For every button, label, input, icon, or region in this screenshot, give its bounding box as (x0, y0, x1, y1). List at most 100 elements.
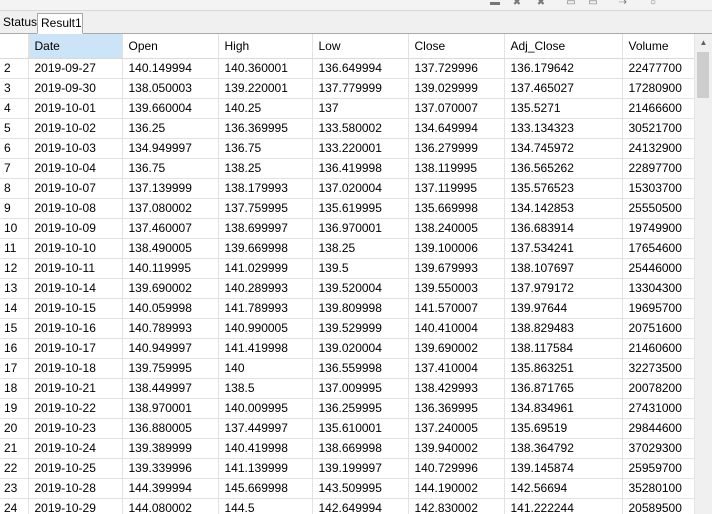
cell-open[interactable]: 139.759995 (122, 358, 219, 379)
cell-open[interactable]: 138.050003 (122, 78, 219, 99)
cell-low[interactable]: 136.419998 (312, 158, 409, 179)
cell-date[interactable]: 2019-10-18 (28, 358, 123, 379)
cell-row-number[interactable]: 24 (0, 498, 29, 514)
cell-low[interactable]: 135.610001 (312, 418, 409, 439)
cell-adj-close[interactable]: 142.56694 (504, 478, 623, 499)
cell-adj-close[interactable]: 139.145874 (504, 458, 623, 479)
cell-open[interactable]: 140.789993 (122, 318, 219, 339)
delete-all-icon[interactable]: ✖ (534, 0, 548, 8)
cell-volume[interactable]: 20078200 (622, 378, 694, 399)
row-number-header[interactable] (0, 34, 29, 59)
cell-low[interactable]: 137 (312, 98, 409, 119)
cell-row-number[interactable]: 23 (0, 478, 29, 499)
cell-low[interactable]: 139.199997 (312, 458, 409, 479)
cell-adj-close[interactable]: 137.465027 (504, 78, 623, 99)
table-row[interactable]: 13 2019-10-14 139.690002 140.289993 139.5200… (0, 278, 694, 299)
cell-high[interactable]: 138.179993 (218, 178, 313, 199)
cell-volume[interactable]: 21466600 (622, 98, 694, 119)
cell-close[interactable]: 136.279999 (408, 138, 505, 159)
cell-low[interactable]: 135.619995 (312, 198, 409, 219)
column-header-date[interactable]: Date (28, 34, 123, 59)
cell-row-number[interactable]: 17 (0, 358, 29, 379)
cell-open[interactable]: 134.949997 (122, 138, 219, 159)
cell-date[interactable]: 2019-10-28 (28, 478, 123, 499)
cell-close[interactable]: 139.940002 (408, 438, 505, 459)
cell-high[interactable]: 138.25 (218, 158, 313, 179)
cell-adj-close[interactable]: 139.97644 (504, 298, 623, 319)
cell-adj-close[interactable]: 136.179642 (504, 58, 623, 79)
cell-date[interactable]: 2019-10-04 (28, 158, 123, 179)
cell-close[interactable]: 141.570007 (408, 298, 505, 319)
cell-date[interactable]: 2019-10-14 (28, 278, 123, 299)
cell-close[interactable]: 139.679993 (408, 258, 505, 279)
cell-adj-close[interactable]: 135.863251 (504, 358, 623, 379)
cell-high[interactable]: 138.699997 (218, 218, 313, 239)
cell-row-number[interactable]: 2 (0, 58, 29, 79)
cell-date[interactable]: 2019-10-11 (28, 258, 123, 279)
cell-high[interactable]: 137.449997 (218, 418, 313, 439)
cell-row-number[interactable]: 19 (0, 398, 29, 419)
scrollbar-thumb[interactable] (697, 52, 709, 98)
table-row[interactable]: 17 2019-10-18 139.759995 140 136.559998 137.4… (0, 358, 694, 379)
cell-adj-close[interactable]: 138.107697 (504, 258, 623, 279)
table-row[interactable]: 2 2019-09-27 140.149994 140.360001 136.64999… (0, 58, 694, 79)
cell-row-number[interactable]: 18 (0, 378, 29, 399)
cell-date[interactable]: 2019-10-24 (28, 438, 123, 459)
cell-open[interactable]: 139.690002 (122, 278, 219, 299)
cell-row-number[interactable]: 6 (0, 138, 29, 159)
table-row[interactable]: 3 2019-09-30 138.050003 139.220001 137.77999… (0, 78, 694, 99)
cell-volume[interactable]: 35280100 (622, 478, 694, 499)
cell-row-number[interactable]: 3 (0, 78, 29, 99)
cell-row-number[interactable]: 5 (0, 118, 29, 139)
cell-high[interactable]: 136.75 (218, 138, 313, 159)
cell-volume[interactable]: 24132900 (622, 138, 694, 159)
cell-row-number[interactable]: 13 (0, 278, 29, 299)
cell-open[interactable]: 140.119995 (122, 258, 219, 279)
cell-high[interactable]: 140.009995 (218, 398, 313, 419)
delete-row-icon[interactable]: ✖ (510, 0, 524, 8)
cell-close[interactable]: 138.429993 (408, 378, 505, 399)
cell-open[interactable]: 137.460007 (122, 218, 219, 239)
column-header-high[interactable]: High (218, 34, 313, 59)
cell-date[interactable]: 2019-10-02 (28, 118, 123, 139)
column-header-volume[interactable]: Volume (622, 34, 694, 59)
cell-low[interactable]: 138.669998 (312, 438, 409, 459)
cell-date[interactable]: 2019-10-29 (28, 498, 123, 514)
cell-close[interactable]: 136.369995 (408, 398, 505, 419)
cell-close[interactable]: 137.729996 (408, 58, 505, 79)
cell-open[interactable]: 136.880005 (122, 418, 219, 439)
save-icon[interactable]: ▭ (586, 0, 600, 8)
table-row[interactable]: 16 2019-10-17 140.949997 141.419998 139.0200… (0, 338, 694, 359)
column-header-adj-close[interactable]: Adj_Close (504, 34, 623, 59)
cell-date[interactable]: 2019-10-01 (28, 98, 123, 119)
cell-row-number[interactable]: 15 (0, 318, 29, 339)
table-row[interactable]: 21 2019-10-24 139.389999 140.419998 138.6699… (0, 438, 694, 459)
table-row[interactable]: 23 2019-10-28 144.399994 145.669998 143.5099… (0, 478, 694, 499)
cell-adj-close[interactable]: 138.364792 (504, 438, 623, 459)
cell-volume[interactable]: 25446000 (622, 258, 694, 279)
table-row[interactable]: 8 2019-10-07 137.139999 138.179993 137.02000… (0, 178, 694, 199)
cell-open[interactable]: 136.25 (122, 118, 219, 139)
cell-adj-close[interactable]: 134.834961 (504, 398, 623, 419)
cell-volume[interactable]: 37029300 (622, 438, 694, 459)
vertical-scrollbar[interactable]: ▲ (694, 34, 712, 514)
cell-high[interactable]: 136.369995 (218, 118, 313, 139)
cell-low[interactable]: 133.220001 (312, 138, 409, 159)
cell-row-number[interactable]: 11 (0, 238, 29, 259)
cell-open[interactable]: 139.339996 (122, 458, 219, 479)
cell-high[interactable]: 141.789993 (218, 298, 313, 319)
cell-close[interactable]: 137.240005 (408, 418, 505, 439)
cell-close[interactable]: 139.029999 (408, 78, 505, 99)
cell-adj-close[interactable]: 135.5271 (504, 98, 623, 119)
cell-date[interactable]: 2019-09-30 (28, 78, 123, 99)
cell-date[interactable]: 2019-10-09 (28, 218, 123, 239)
cell-volume[interactable]: 19749900 (622, 218, 694, 239)
cell-adj-close[interactable]: 136.871765 (504, 378, 623, 399)
cell-volume[interactable]: 15303700 (622, 178, 694, 199)
cell-date[interactable]: 2019-10-10 (28, 238, 123, 259)
cell-volume[interactable]: 20751600 (622, 318, 694, 339)
cell-volume[interactable]: 30521700 (622, 118, 694, 139)
cell-close[interactable]: 137.410004 (408, 358, 505, 379)
cell-low[interactable]: 139.520004 (312, 278, 409, 299)
cell-high[interactable]: 144.5 (218, 498, 313, 514)
